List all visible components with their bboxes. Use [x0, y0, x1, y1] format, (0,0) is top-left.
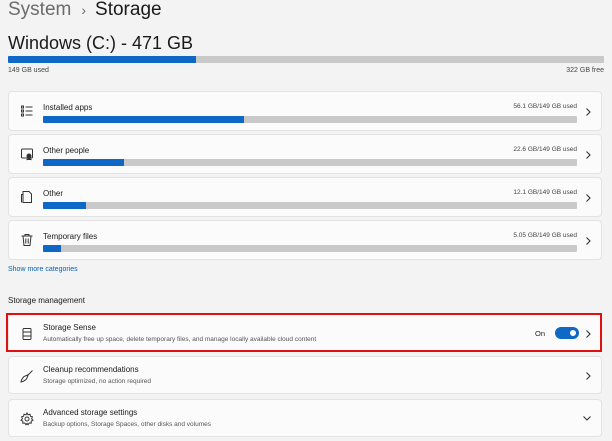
- drive-title: Windows (C:) - 471 GB: [8, 33, 194, 53]
- chevron-right-icon: [584, 236, 592, 246]
- drive-usage-fill: [8, 56, 197, 63]
- category-other-people[interactable]: Other people 22.6 GB/149 GB used: [8, 134, 602, 174]
- breadcrumb: System › Storage: [8, 0, 162, 22]
- cleanup-title: Cleanup recommendations: [43, 365, 139, 374]
- toggle-knob: [570, 330, 576, 336]
- category-usage-fill: [43, 202, 87, 209]
- breadcrumb-system-link[interactable]: System: [8, 0, 71, 21]
- category-label: Other people: [43, 146, 90, 155]
- people-icon: [20, 147, 34, 161]
- chevron-right-icon: [584, 107, 592, 117]
- gear-icon: [20, 412, 34, 426]
- category-other[interactable]: Other 12.1 GB/149 GB used: [8, 177, 602, 217]
- advanced-settings-title: Advanced storage settings: [43, 408, 138, 417]
- document-icon: [20, 190, 34, 204]
- category-label: Temporary files: [43, 232, 98, 241]
- category-usage-bar: [43, 245, 577, 252]
- storage-sense-toggle[interactable]: [555, 327, 579, 339]
- storage-drive-icon: [20, 327, 34, 341]
- broom-icon: [20, 369, 34, 383]
- page-title: Storage: [95, 0, 162, 20]
- category-size: 5.05 GB/149 GB used: [513, 232, 577, 239]
- category-usage-fill: [43, 245, 62, 252]
- storage-sense-description: Automatically free up space, delete temp…: [43, 336, 317, 343]
- storage-sense-title: Storage Sense: [43, 323, 96, 332]
- storage-sense-toggle-label: On: [534, 329, 545, 338]
- drive-usage-bar: [8, 56, 604, 63]
- chevron-right-icon: [584, 371, 592, 381]
- breadcrumb-separator-icon: ›: [81, 2, 87, 18]
- cleanup-description: Storage optimized, no action required: [43, 378, 152, 385]
- storage-sense-row[interactable]: Storage Sense Automatically free up spac…: [8, 314, 602, 352]
- category-usage-bar: [43, 116, 577, 123]
- category-usage-bar: [43, 159, 577, 166]
- chevron-right-icon: [584, 150, 592, 160]
- category-temporary-files[interactable]: Temporary files 5.05 GB/149 GB used: [8, 220, 602, 260]
- advanced-storage-settings-row[interactable]: Advanced storage settings Backup options…: [8, 399, 602, 437]
- advanced-settings-description: Backup options, Storage Spaces, other di…: [43, 421, 212, 428]
- category-installed-apps[interactable]: Installed apps 56.1 GB/149 GB used: [8, 91, 602, 131]
- category-size: 56.1 GB/149 GB used: [513, 103, 577, 110]
- chevron-down-icon: [582, 414, 592, 422]
- category-size: 22.6 GB/149 GB used: [513, 146, 577, 153]
- show-more-categories-link[interactable]: Show more categories: [8, 266, 78, 273]
- category-label: Installed apps: [43, 103, 93, 112]
- drive-used-label: 149 GB used: [8, 67, 49, 74]
- section-title-storage-management: Storage management: [8, 296, 85, 305]
- chevron-right-icon: [584, 193, 592, 203]
- apps-list-icon: [20, 104, 34, 118]
- category-label: Other: [43, 189, 64, 198]
- chevron-right-icon: [584, 329, 592, 339]
- category-usage-fill: [43, 159, 125, 166]
- drive-free-label: 322 GB free: [566, 67, 604, 74]
- trash-icon: [20, 233, 34, 247]
- category-size: 12.1 GB/149 GB used: [513, 189, 577, 196]
- cleanup-recommendations-row[interactable]: Cleanup recommendations Storage optimize…: [8, 356, 602, 394]
- category-usage-fill: [43, 116, 244, 123]
- category-usage-bar: [43, 202, 577, 209]
